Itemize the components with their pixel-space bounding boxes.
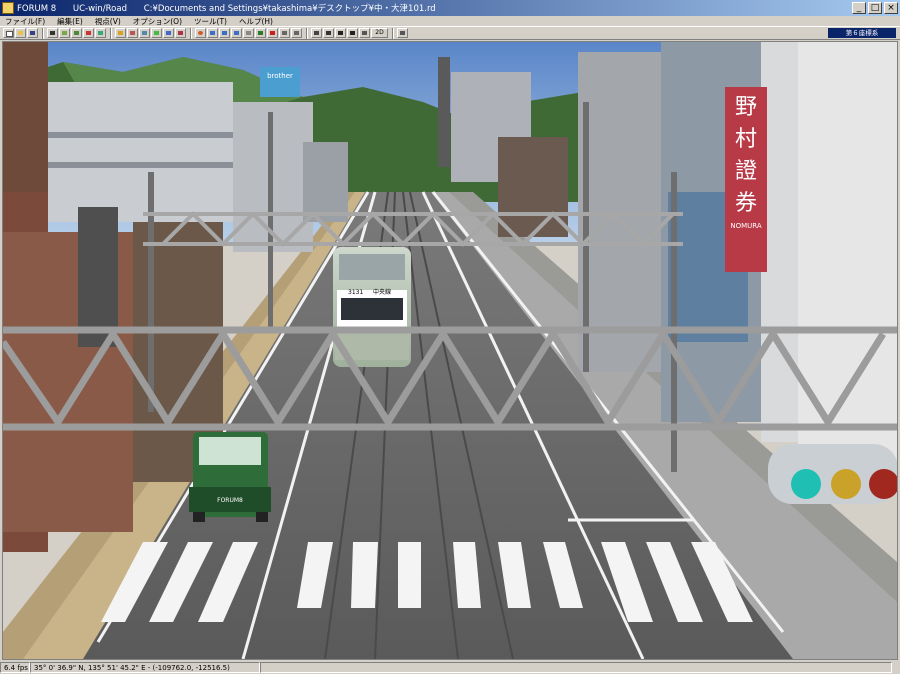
environment-icon[interactable] (151, 28, 162, 38)
menu-help[interactable]: ヘルプ(H) (234, 16, 280, 27)
fly-icon[interactable] (243, 28, 254, 38)
pedestrian-icon[interactable] (347, 28, 358, 38)
terrain-icon[interactable] (71, 28, 82, 38)
road-edit-icon[interactable] (47, 28, 58, 38)
truck-label: FORUM8 (217, 497, 243, 504)
product-name: UC-win/Road (72, 4, 127, 14)
texture-icon[interactable] (139, 28, 150, 38)
nomura-roman: NOMURA (730, 222, 761, 230)
zoom-icon[interactable] (231, 28, 242, 38)
maximize-button[interactable]: □ (868, 2, 882, 14)
truck: FORUM8 (189, 432, 271, 522)
tram-number: 3131 (348, 289, 363, 296)
window-title: FORUM 8 UC-win/Road C:¥Documents and Set… (17, 2, 450, 14)
nomura-char-3: 證 (735, 159, 757, 184)
close-button[interactable]: × (884, 2, 898, 14)
rotate-view-icon[interactable] (195, 28, 206, 38)
sign-icon[interactable] (115, 28, 126, 38)
signal-lamp-yellow (831, 469, 861, 499)
stop-icon[interactable] (291, 28, 302, 38)
intersection-icon[interactable] (59, 28, 70, 38)
fps-display: 6.4 fps (0, 662, 30, 673)
traffic-signal (768, 444, 897, 504)
brother-sign: brother (260, 67, 300, 97)
app-icon (2, 2, 14, 14)
nomura-char-4: 券 (735, 191, 757, 216)
toolbar: 2D (0, 26, 900, 40)
move-icon[interactable] (219, 28, 230, 38)
minimize-button[interactable]: _ (852, 2, 866, 14)
open-folder-icon[interactable] (15, 28, 26, 38)
play-icon[interactable] (255, 28, 266, 38)
traffic-icon[interactable] (323, 28, 334, 38)
menu-bar: ファイル(F) 編集(E) 視点(V) オプション(O) ツール(T) ヘルプ(… (0, 16, 900, 26)
menu-view[interactable]: 視点(V) (90, 16, 128, 27)
walk-icon[interactable] (359, 28, 370, 38)
scene-render: brother 野 村 證 券 NOMURA 3131 中央線 FORUM8 (3, 42, 897, 659)
status-bar: 6.4 fps 35° 0' 36.9" N, 135° 51' 45.2" E… (0, 661, 900, 674)
menu-file[interactable]: ファイル(F) (0, 16, 52, 27)
road-view-icon[interactable] (311, 28, 322, 38)
view-2d-button[interactable]: 2D (371, 28, 388, 38)
model-icon[interactable] (95, 28, 106, 38)
new-file-icon[interactable] (3, 28, 14, 38)
title-bar: FORUM 8 UC-win/Road C:¥Documents and Set… (0, 0, 900, 16)
menu-tools[interactable]: ツール(T) (189, 16, 234, 27)
weather-icon[interactable] (163, 28, 174, 38)
screenshot-icon[interactable] (397, 28, 408, 38)
move-up-icon[interactable] (207, 28, 218, 38)
file-path: C:¥Documents and Settings¥takashima¥デスクト… (143, 4, 436, 14)
save-icon[interactable] (27, 28, 38, 38)
brother-label: brother (267, 72, 293, 80)
status-spacer (260, 662, 892, 673)
nomura-sign: 野 村 證 券 NOMURA (725, 87, 767, 272)
3d-viewport[interactable]: brother 野 村 證 券 NOMURA 3131 中央線 FORUM8 (2, 41, 898, 660)
coordinates-display: 35° 0' 36.9" N, 135° 51' 45.2" E - (-109… (30, 662, 260, 673)
signal-icon[interactable] (335, 28, 346, 38)
tram-destination: 中央線 (373, 288, 391, 296)
vehicle-icon[interactable] (83, 28, 94, 38)
menu-edit[interactable]: 編集(E) (52, 16, 90, 27)
menu-options[interactable]: オプション(O) (128, 16, 189, 27)
record-icon[interactable] (279, 28, 290, 38)
scenario-icon[interactable] (127, 28, 138, 38)
app-name: FORUM 8 (17, 4, 57, 14)
nomura-char-1: 野 (735, 95, 757, 120)
nomura-char-2: 村 (735, 127, 757, 152)
pause-icon[interactable] (267, 28, 278, 38)
coordinate-system-display[interactable]: 第６座標系 (828, 28, 896, 38)
signal-lamp-blue (791, 469, 821, 499)
camera-icon[interactable] (175, 28, 186, 38)
